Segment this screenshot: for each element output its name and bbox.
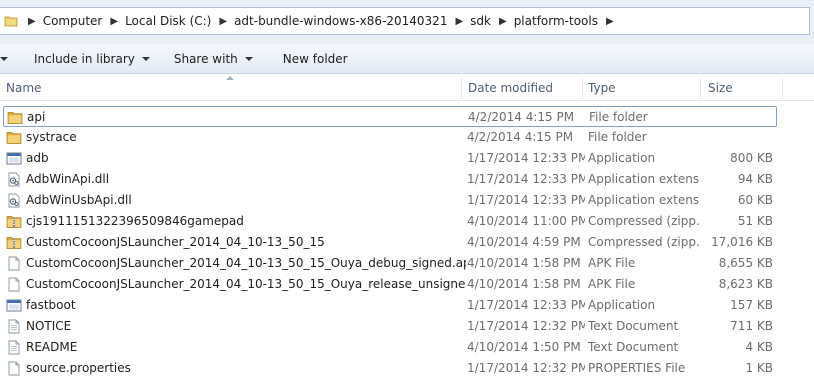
file-row[interactable]: CustomCocoonJSLauncher_2014_04_10-13_50_… <box>3 274 777 295</box>
file-row[interactable]: NOTICE 1/17/2014 12:32 PM Text Document … <box>3 316 777 337</box>
chevron-down-icon <box>244 57 253 61</box>
file-icon <box>6 256 22 271</box>
zip-folder-icon <box>6 214 22 229</box>
column-divider[interactable] <box>700 77 701 99</box>
column-header-date-modified[interactable]: Date modified <box>462 75 580 101</box>
chevron-right-icon[interactable]: ▶ <box>499 16 507 27</box>
new-folder-button[interactable]: New folder <box>283 52 348 66</box>
file-icon <box>6 277 22 292</box>
breadcrumb-sdk[interactable]: sdk ▶ <box>470 14 514 28</box>
folder-icon <box>7 110 23 125</box>
chevron-right-icon[interactable]: ▶ <box>606 16 614 27</box>
column-header-type[interactable]: Type <box>582 75 700 101</box>
folder-icon <box>4 14 18 28</box>
address-bar[interactable]: ▶ Computer ▶ Local Disk (C:) ▶ adt-bundle-… <box>0 7 810 35</box>
breadcrumb-platform-tools[interactable]: platform-tools ▶ <box>514 14 621 28</box>
breadcrumb-computer[interactable]: Computer ▶ <box>43 14 125 28</box>
share-with-label: Share with <box>173 51 238 66</box>
file-row[interactable]: README 4/10/2014 1:50 PM Text Document 4… <box>3 337 777 358</box>
chevron-down-icon <box>141 57 150 61</box>
chevron-right-icon: ▶ <box>28 15 36 27</box>
chevron-right-icon[interactable]: ▶ <box>455 16 463 27</box>
breadcrumb-adt-bundle[interactable]: adt-bundle-windows-x86-20140321 ▶ <box>234 14 470 28</box>
organize-dropdown-arrow-icon[interactable] <box>0 57 8 61</box>
file-row[interactable]: CustomCocoonJSLauncher_2014_04_10-13_50_… <box>3 253 777 274</box>
address-bar-area: ▶ Computer ▶ Local Disk (C:) ▶ adt-bundle-… <box>0 0 814 44</box>
text-document-icon <box>6 340 22 355</box>
file-row[interactable]: AdbWinApi.dll 1/17/2014 12:33 PM Applica… <box>3 169 777 190</box>
application-icon <box>6 298 22 313</box>
share-with-button[interactable]: Share with <box>174 52 253 66</box>
file-row[interactable]: fastboot 1/17/2014 12:33 PM Application … <box>3 295 777 316</box>
command-toolbar: Include in library Share with New folder <box>0 44 814 74</box>
include-in-library-label: Include in library <box>34 51 135 66</box>
chevron-right-icon[interactable]: ▶ <box>110 16 118 27</box>
column-header-size[interactable]: Size <box>702 75 782 101</box>
include-in-library-button[interactable]: Include in library <box>34 52 150 66</box>
column-headers: Name Date modified Type Size <box>0 75 814 101</box>
file-row[interactable]: adb 1/17/2014 12:33 PM Application 800 K… <box>3 148 777 169</box>
new-folder-label: New folder <box>282 51 348 66</box>
chevron-right-icon[interactable]: ▶ <box>219 16 227 27</box>
file-icon <box>6 361 22 376</box>
file-row[interactable]: api 4/2/2014 4:15 PM File folder <box>3 106 777 127</box>
file-row[interactable]: AdbWinUsbApi.dll 1/17/2014 12:33 PM Appl… <box>3 190 777 211</box>
file-row[interactable]: cjs1911151322396509846gamepad 4/10/2014 … <box>3 211 777 232</box>
dll-icon <box>6 193 22 208</box>
file-row[interactable]: source.properties 1/17/2014 12:32 PM PRO… <box>3 358 777 379</box>
text-document-icon <box>6 319 22 334</box>
zip-folder-icon <box>6 235 22 250</box>
column-divider[interactable] <box>782 77 783 99</box>
breadcrumb-local-disk[interactable]: Local Disk (C:) ▶ <box>125 14 234 28</box>
file-row[interactable]: systrace 4/2/2014 4:15 PM File folder <box>3 127 777 148</box>
application-icon <box>6 151 22 166</box>
dll-icon <box>6 172 22 187</box>
breadcrumb-root-chevron[interactable]: ▶ <box>24 16 43 27</box>
folder-icon <box>6 130 22 145</box>
file-row[interactable]: CustomCocoonJSLauncher_2014_04_10-13_50_… <box>3 232 777 253</box>
column-header-name[interactable]: Name <box>0 75 460 101</box>
